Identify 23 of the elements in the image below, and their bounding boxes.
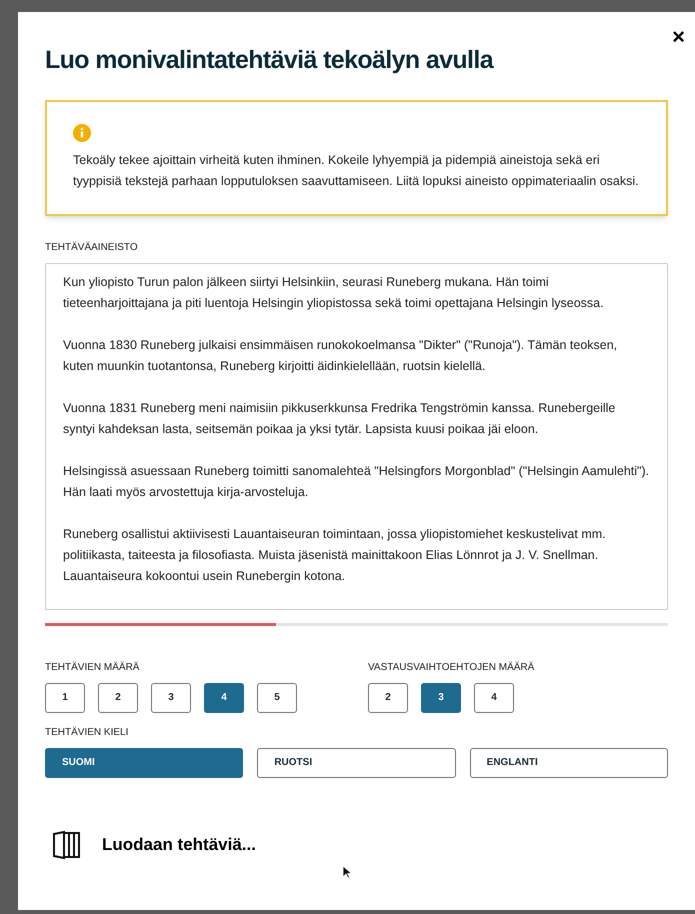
close-button[interactable]: × [672, 26, 685, 48]
material-label: TEHTÄVÄAINEISTO [45, 240, 139, 254]
number-option[interactable]: 3 [151, 682, 191, 712]
task-material-field[interactable]: Kun yliopisto Turun palon jälkeen siirtyi Helsinkiin, seurasi Runeberg mukana. Hän toimi tieteenharjoittajana ja piti luentoja Helsingin yliopistossa sekä toimi opettajana Helsingin lyseossa. Vuonna 1830 Runeberg julkaisi ensimmäisen runokokoelmansa "Dikter" ("Runoja"). Tämän teoksen, kuten muunkin tuotantonsa, Runeberg kirjoitti äidinkielellään, ruotsin kielellä. Vuonna 1831 Runeberg meni naimisiin pikkuserkkunsa Fredrika Tengströmin kanssa. Runebergeille syntyi kahdeksan lasta, seitsemän poikaa ja yksi tytär. Lapsista kuusi poikaa jäi eloon. Helsingissä asuessaan Runeberg toimitti sanomalehteä "Helsingfors Morgonblad" ("Helsingin Aamulehti"). Hän laati myös arvostettuja kirja-arvosteluja. Runeberg osallistui aktiivisesti Lauantaiseuran toimintaan, jossa yliopistomiehet keskustelivat mm. politiikasta, taiteesta ja filosofiasta. Muista jäsenistä mainittakoon Elias Lönnrot ja J. V. Snellman. Lauantaiseura kokoontui usein Runebergin kotona. [45, 262, 668, 610]
option-count-label: VASTAUSVAIHTOEHTOJEN MÄÄRÄ [368, 660, 534, 674]
language-option[interactable]: ENGLANTI [470, 748, 668, 778]
language-option[interactable]: RUOTSI [257, 748, 456, 778]
notice-text: Tekoäly tekee ajoittain virheitä kuten ihminen. Kokeile lyhyempiä ja pidempiä aineistoja sekä eri tyyppisiä tekstejä parhaan lopputuloksen saavuttamiseen. Liitä lopuksi aineisto oppimateriaalin osaksi. [73, 152, 640, 190]
dialog-title: Luo monivalintatehtäviä tekoälyn avulla [45, 45, 495, 76]
status-text: Luodaan tehtäviä... [102, 834, 256, 856]
number-option[interactable]: 5 [257, 682, 297, 712]
language-option[interactable]: SUOMI [45, 748, 244, 778]
number-option[interactable]: 1 [45, 682, 85, 712]
info-icon [73, 124, 91, 142]
book-icon [52, 830, 82, 860]
task-count-label: TEHTÄVIEN MÄÄRÄ [45, 660, 140, 674]
number-option[interactable]: 3 [421, 682, 461, 712]
number-option[interactable]: 4 [204, 682, 244, 712]
cursor-icon [342, 865, 352, 879]
number-option[interactable]: 4 [474, 682, 514, 712]
number-option[interactable]: 2 [98, 682, 138, 712]
language-label: TEHTÄVIEN KIELI [45, 726, 130, 740]
number-option[interactable]: 2 [368, 682, 408, 712]
